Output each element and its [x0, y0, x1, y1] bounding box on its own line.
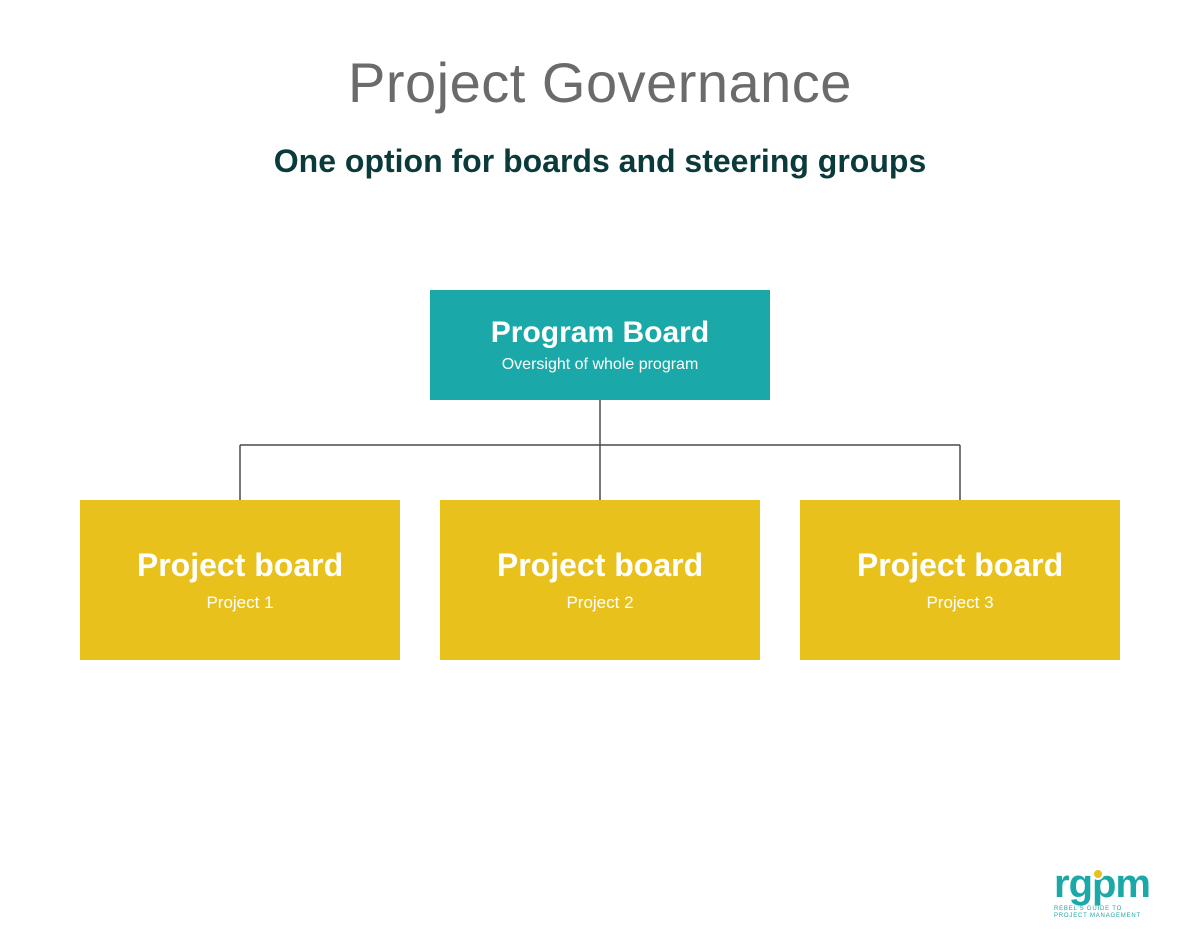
logo-text: rgpm — [1054, 864, 1150, 904]
logo-dot-icon — [1092, 868, 1104, 880]
project-board-box: Project board Project 2 — [440, 500, 760, 660]
project-board-label: Project board — [857, 547, 1063, 584]
project-board-label: Project board — [497, 547, 703, 584]
logo-tagline: REBEL'S GUIDE TO PROJECT MANAGEMENT — [1054, 906, 1150, 920]
project-board-row: Project board Project 1 Project board Pr… — [0, 500, 1200, 660]
program-board-box: Program Board Oversight of whole program — [430, 290, 770, 400]
governance-diagram: Program Board Oversight of whole program… — [0, 290, 1200, 660]
connector-lines — [0, 400, 1200, 500]
program-board-caption: Oversight of whole program — [502, 356, 699, 374]
project-board-caption: Project 1 — [206, 593, 273, 613]
project-board-caption: Project 2 — [566, 593, 633, 613]
project-board-box: Project board Project 1 — [80, 500, 400, 660]
brand-logo: rgpm REBEL'S GUIDE TO PROJECT MANAGEMENT — [1054, 864, 1150, 920]
program-board-label: Program Board — [491, 316, 709, 350]
project-board-box: Project board Project 3 — [800, 500, 1120, 660]
page-title: Project Governance — [0, 50, 1200, 115]
project-board-label: Project board — [137, 547, 343, 584]
page-subtitle: One option for boards and steering group… — [0, 143, 1200, 180]
project-board-caption: Project 3 — [926, 593, 993, 613]
